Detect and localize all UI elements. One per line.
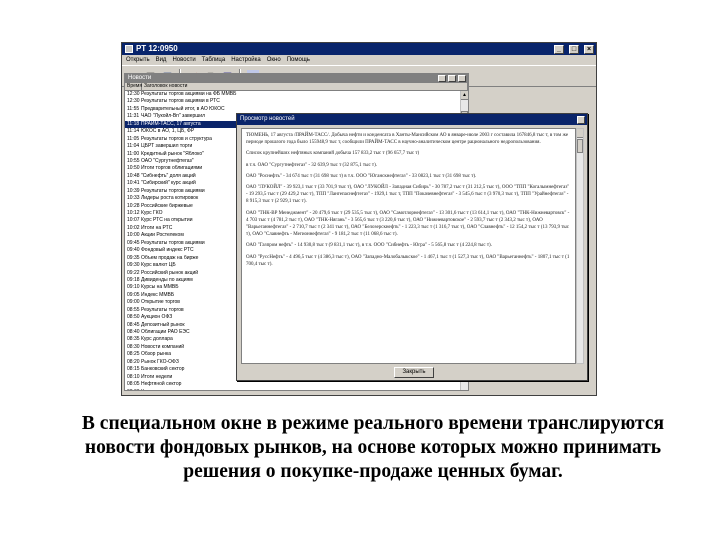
- scroll-up-icon[interactable]: ▲: [461, 91, 468, 100]
- news-time: 09:40: [127, 247, 140, 254]
- news-time: 09:05: [127, 291, 140, 298]
- news-paragraph: в т.ч. ОАО "Сургутнефтегаз" - 32 639,9 т…: [246, 162, 378, 168]
- news-time: 11:31: [127, 113, 140, 120]
- maximize-icon[interactable]: [448, 75, 456, 82]
- news-text: ТЮМЕНЬ, 17 августа /ПРАЙМ-ТАСС/. Добыча …: [241, 128, 576, 364]
- news-time: 08:55: [127, 306, 140, 313]
- scroll-up-icon[interactable]: [577, 129, 583, 138]
- slide-caption: В специальном окне в режиме реального вр…: [81, 413, 665, 482]
- news-time: 10:39: [127, 187, 140, 194]
- menu-item[interactable]: Настройка: [231, 55, 261, 65]
- app-title: РТ 12:0950: [136, 44, 178, 53]
- app-titlebar[interactable]: РТ 12:0950 _ □ ×: [122, 43, 596, 55]
- scroll-thumb[interactable]: [577, 139, 583, 153]
- news-time: 08:20: [127, 358, 140, 365]
- news-time: 11:18: [127, 120, 140, 127]
- minimize-icon[interactable]: [438, 75, 446, 82]
- news-time: 08:50: [127, 314, 140, 321]
- news-viewer-dialog: Просмотр новостей ТЮМЕНЬ, 17 августа /ПР…: [236, 113, 588, 381]
- news-list-item[interactable]: 12:30 Результаты торгов акциями на ФБ ММВ…: [125, 91, 460, 98]
- news-time: 11:14: [127, 128, 140, 135]
- column-header-headline[interactable]: Заголовок новости: [142, 83, 468, 90]
- menu-item[interactable]: Новости: [172, 55, 195, 65]
- news-time: 08:40: [127, 329, 140, 335]
- column-header-time[interactable]: Время: [125, 83, 142, 90]
- menu-item[interactable]: Окно: [267, 55, 281, 65]
- news-paragraph: ОАО "РуссНефть" - 4 496,5 тыс т (4 386,3…: [246, 254, 570, 267]
- close-button[interactable]: Закрыть: [394, 367, 434, 378]
- news-window-titlebar[interactable]: Новости: [125, 74, 468, 83]
- news-time: 10:48: [127, 172, 140, 179]
- news-paragraph: Список крупнейших нефтяных компаний добы…: [246, 151, 420, 157]
- news-time: 11:04: [127, 143, 140, 150]
- news-time: 10:55: [127, 157, 140, 164]
- news-paragraph: ТЮМЕНЬ, 17 августа /ПРАЙМ-ТАСС/. Добыча …: [246, 133, 569, 146]
- news-time: 10:50: [127, 165, 140, 172]
- maximize-icon[interactable]: □: [569, 44, 579, 54]
- news-time: 08:45: [127, 321, 140, 328]
- close-icon[interactable]: ×: [584, 44, 594, 54]
- news-time: 08:25: [127, 351, 140, 358]
- news-time: 11:05: [127, 135, 140, 142]
- news-time: 10:12: [127, 210, 140, 216]
- news-time: 10:02: [127, 224, 140, 231]
- menubar: Открыть Вид Новости Таблица Настройка Ок…: [122, 55, 596, 65]
- app-icon: [125, 45, 133, 53]
- news-paragraph: ОАО "Роснефть" - 34 674 тыс т (31 698 ты…: [246, 173, 477, 179]
- news-window-title: Новости: [128, 75, 152, 81]
- news-paragraph: ОАО "Газпром нефть" - 14 930,8 тыс т (9 …: [246, 243, 492, 249]
- news-time: 08:10: [127, 373, 140, 380]
- app-window: РТ 12:0950 _ □ × Открыть Вид Новости Таб…: [121, 42, 597, 396]
- menu-item[interactable]: Таблица: [202, 55, 226, 65]
- news-viewer-title: Просмотр новостей: [240, 116, 295, 122]
- news-list-item[interactable]: 12:30 Результаты торгов акциями в РТС: [125, 98, 460, 105]
- news-time: 08:05: [127, 381, 140, 388]
- news-headline: Нефтяной сектор: [141, 381, 182, 388]
- close-icon[interactable]: [577, 115, 585, 124]
- news-time: 09:45: [127, 239, 140, 246]
- news-time: 09:00: [127, 299, 140, 306]
- close-icon[interactable]: [458, 75, 466, 82]
- news-headline: Результаты торгов акциями в РТС: [141, 98, 220, 105]
- news-time: 08:15: [127, 366, 140, 373]
- news-time: 09:22: [127, 269, 140, 276]
- news-list-item[interactable]: 08:00Котировки: [125, 389, 460, 391]
- news-time: 08:30: [127, 343, 140, 350]
- news-paragraph: ОАО "ТНК-ВР Менеджмент" - 20 479,6 тыс т…: [246, 210, 570, 238]
- news-list-item[interactable]: 08:05 Нефтяной сектор: [125, 381, 460, 388]
- menu-item[interactable]: Помощь: [287, 55, 310, 65]
- news-time: 09:10: [127, 284, 140, 291]
- news-time: 11:00: [127, 150, 140, 157]
- news-paragraph: ОАО "ЛУКОЙЛ" - 39 923,1 тыс т (33 701,9 …: [246, 185, 570, 205]
- menu-item[interactable]: Открыть: [126, 55, 150, 65]
- news-headline: Результаты торгов акциями на ФБ ММВБ: [141, 91, 237, 97]
- news-time: 11:55: [127, 105, 140, 112]
- news-time: 12:30: [127, 98, 140, 105]
- news-time: 10:33: [127, 195, 140, 202]
- news-time: 10:28: [127, 202, 140, 209]
- news-time: 10:41: [127, 180, 140, 187]
- news-time: 12:30: [127, 91, 140, 97]
- news-time: 10:00: [127, 232, 140, 239]
- news-time: 08:35: [127, 336, 140, 343]
- news-time: 09:18: [127, 276, 140, 283]
- news-viewer-titlebar[interactable]: Просмотр новостей: [237, 114, 587, 125]
- news-time: 10:07: [127, 217, 140, 224]
- news-time: 09:30: [127, 262, 140, 269]
- menu-item[interactable]: Вид: [156, 55, 167, 65]
- news-list-header: Время Заголовок новости: [125, 83, 468, 91]
- minimize-icon[interactable]: _: [554, 44, 564, 54]
- news-time: 09:35: [127, 254, 140, 261]
- news-time: 08:00: [125, 389, 141, 391]
- news-headline: Котировки: [141, 389, 460, 391]
- news-text-scrollbar[interactable]: [576, 128, 584, 364]
